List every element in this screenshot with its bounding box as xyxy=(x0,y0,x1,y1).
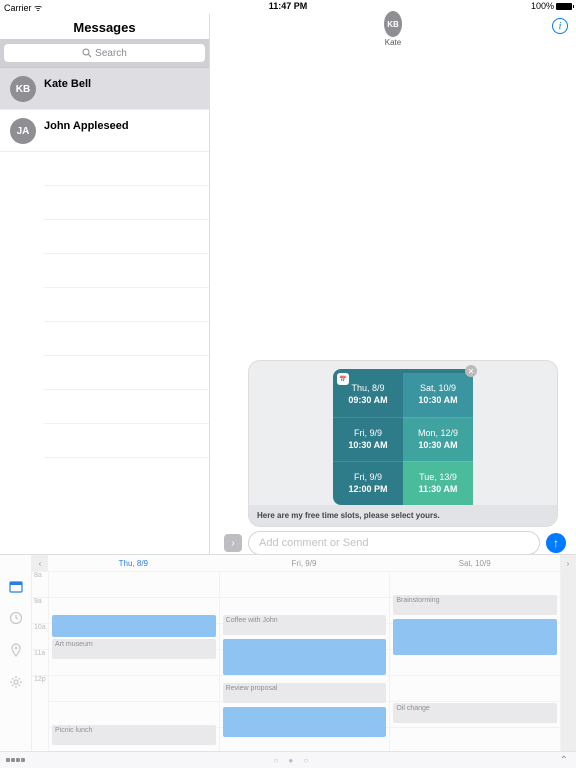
send-button[interactable]: ↑ xyxy=(546,533,566,553)
timeslot-grid: 📅 ✕ Thu, 8/909:30 AM Sat, 10/910:30 AM F… xyxy=(333,369,473,505)
expand-drawer-icon[interactable]: ⌃ xyxy=(560,755,568,766)
chat-header-avatar[interactable]: KB xyxy=(384,11,402,37)
battery-icon xyxy=(556,3,572,10)
close-icon[interactable]: ✕ xyxy=(465,365,477,377)
next-day-button[interactable]: › xyxy=(560,555,576,571)
calendar-event[interactable] xyxy=(393,619,557,655)
calendar-event[interactable]: Art museum xyxy=(52,639,216,659)
slot[interactable]: Tue, 13/911:30 AM xyxy=(403,461,473,505)
day-header[interactable]: Sat, 10/9 xyxy=(389,555,560,571)
status-bar: Carrier ᯤ 11:47 PM 100% xyxy=(0,0,576,14)
calendar-event[interactable] xyxy=(223,707,387,737)
avatar: KB xyxy=(10,76,36,102)
settings-icon[interactable] xyxy=(9,675,23,689)
composer: 📅 ✕ Thu, 8/909:30 AM Sat, 10/910:30 AM F… xyxy=(248,360,566,555)
conversation-john[interactable]: JA John Appleseed xyxy=(0,110,209,152)
info-button[interactable]: i xyxy=(552,18,568,34)
slot[interactable]: Fri, 9/912:00 PM xyxy=(333,461,403,505)
day-header[interactable]: Fri, 9/9 xyxy=(219,555,390,571)
calendar-toolbar xyxy=(0,555,32,751)
divider xyxy=(44,322,209,356)
chat-panel: KB Kate i 📅 ✕ Thu, 8/909:30 AM Sat, 10/9… xyxy=(210,14,576,554)
divider xyxy=(44,424,209,458)
message-input[interactable]: Add comment or Send xyxy=(248,531,540,555)
calendar-event[interactable] xyxy=(223,639,387,675)
conversation-name: John Appleseed xyxy=(44,118,129,132)
calendar-body: ‹ Thu, 8/9 Fri, 9/9 Sat, 10/9 › 8a9a10a1… xyxy=(32,555,576,751)
day-column-thu[interactable]: Art museum Picnic lunch xyxy=(48,571,219,751)
slot[interactable]: Sat, 10/910:30 AM xyxy=(403,373,473,417)
app-switcher-bar: ○ ● ○ ⌃ xyxy=(0,751,576,768)
divider xyxy=(44,186,209,220)
calendar-event[interactable]: Oil change xyxy=(393,703,557,723)
search-placeholder: Search xyxy=(95,48,127,59)
search-icon xyxy=(82,48,92,58)
conversation-kate[interactable]: KB Kate Bell xyxy=(0,68,209,110)
card-caption: Here are my free time slots, please sele… xyxy=(249,505,557,526)
chat-header: KB Kate i xyxy=(210,14,576,44)
divider xyxy=(44,390,209,424)
day-header[interactable]: Thu, 8/9 xyxy=(48,555,219,571)
search-field[interactable]: Search xyxy=(4,44,205,62)
search-wrapper: Search xyxy=(0,39,209,68)
divider xyxy=(44,288,209,322)
calendar-event[interactable] xyxy=(52,615,216,637)
prev-day-button[interactable]: ‹ xyxy=(32,555,48,571)
hour-labels: 8a9a10a11a12p xyxy=(32,571,48,751)
calendar-icon[interactable] xyxy=(9,579,23,593)
clock-icon[interactable] xyxy=(9,611,23,625)
day-column-overflow xyxy=(560,571,576,751)
conversations-sidebar: Messages Search KB Kate Bell JA John App… xyxy=(0,14,210,554)
battery-label: 100% xyxy=(531,1,554,11)
attachment-card: 📅 ✕ Thu, 8/909:30 AM Sat, 10/910:30 AM F… xyxy=(248,360,558,527)
avatar: JA xyxy=(10,118,36,144)
sidebar-title: Messages xyxy=(0,14,209,39)
app-grid-icon[interactable] xyxy=(6,758,26,762)
clock: 11:47 PM xyxy=(0,1,576,11)
day-column-fri[interactable]: Coffee with John Review proposal xyxy=(219,571,390,751)
day-headers: ‹ Thu, 8/9 Fri, 9/9 Sat, 10/9 › xyxy=(32,555,576,571)
page-indicator[interactable]: ○ ● ○ xyxy=(26,756,560,765)
slot[interactable]: Fri, 9/910:30 AM xyxy=(333,417,403,461)
expand-button[interactable]: › xyxy=(224,534,242,552)
calendar-event[interactable]: Coffee with John xyxy=(223,615,387,635)
divider xyxy=(44,220,209,254)
divider xyxy=(44,254,209,288)
extension-app-icon: 📅 xyxy=(337,373,349,385)
conversation-name: Kate Bell xyxy=(44,76,91,90)
divider xyxy=(44,356,209,390)
slot[interactable]: Mon, 12/910:30 AM xyxy=(403,417,473,461)
calendar-extension: ‹ Thu, 8/9 Fri, 9/9 Sat, 10/9 › 8a9a10a1… xyxy=(0,554,576,751)
day-column-sat[interactable]: Brainstorming Oil change xyxy=(389,571,560,751)
calendar-event[interactable]: Brainstorming xyxy=(393,595,557,615)
calendar-event[interactable]: Review proposal xyxy=(223,683,387,703)
divider xyxy=(44,152,209,186)
chat-header-name: Kate xyxy=(385,38,401,47)
calendar-event[interactable]: Picnic lunch xyxy=(52,725,216,745)
location-icon[interactable] xyxy=(9,643,23,657)
